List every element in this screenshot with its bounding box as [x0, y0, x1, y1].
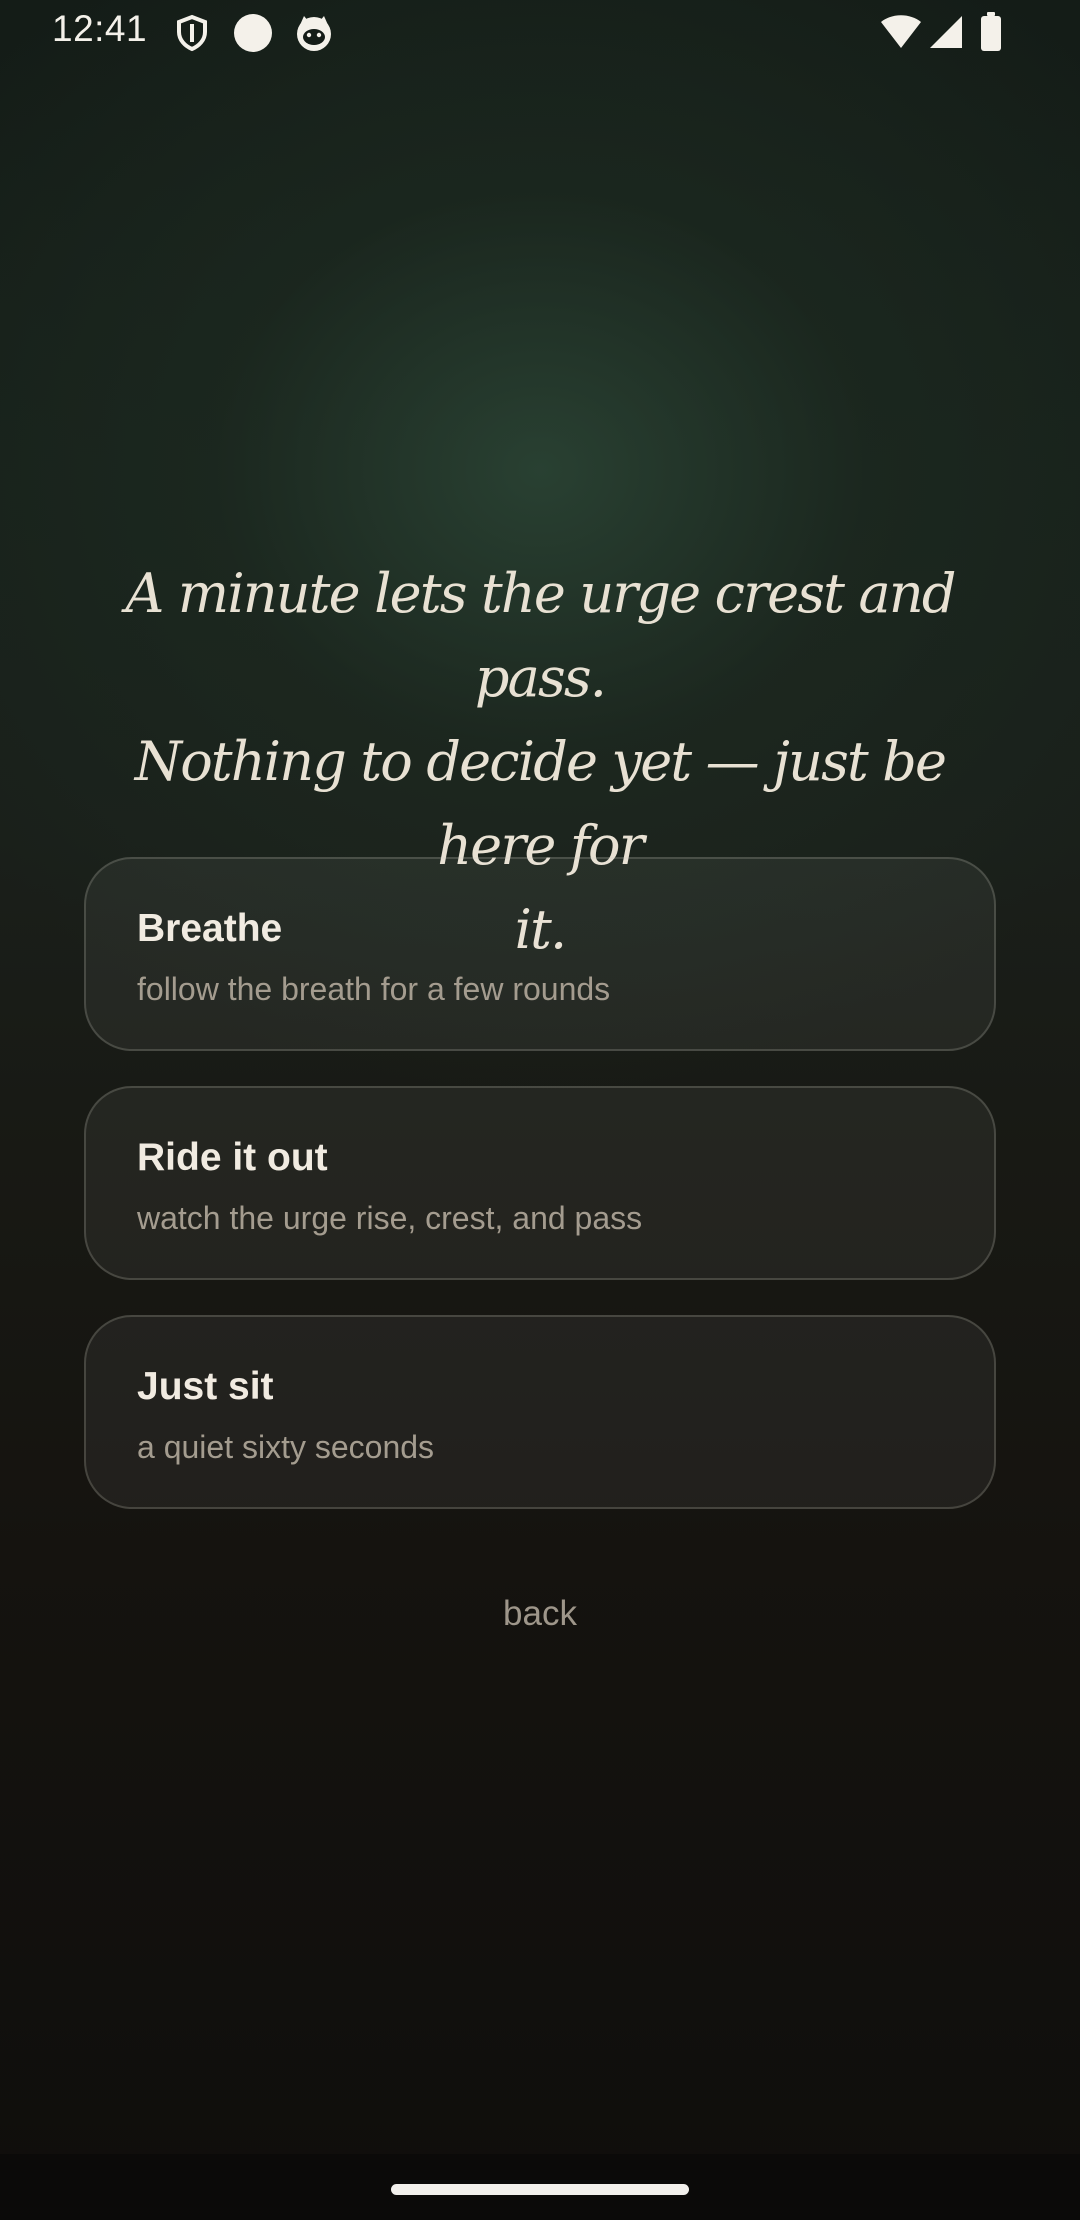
option-breathe[interactable]: Breathe follow the breath for a few roun…: [84, 857, 996, 1051]
circle-icon: [232, 13, 272, 53]
shield-icon: [172, 13, 212, 53]
option-just-sit[interactable]: Just sit a quiet sixty seconds: [84, 1315, 996, 1509]
home-indicator[interactable]: [391, 2184, 689, 2195]
app-screen: 12:41 A minute lets the urge crest and p…: [0, 0, 1080, 2220]
option-subtitle: follow the breath for a few rounds: [137, 971, 611, 1007]
wifi-icon: [880, 14, 922, 54]
option-title: Breathe: [137, 907, 283, 950]
cell-signal-icon: [928, 14, 964, 54]
quote-line-1: A minute lets the urge crest and pass.: [125, 562, 956, 709]
navigation-bar: [0, 2154, 1080, 2220]
option-title: Ride it out: [137, 1136, 328, 1179]
status-time: 12:41: [52, 8, 148, 49]
option-title: Just sit: [137, 1365, 274, 1408]
back-button[interactable]: back: [440, 1594, 640, 1634]
option-ride-it-out[interactable]: Ride it out watch the urge rise, crest, …: [84, 1086, 996, 1280]
battery-icon: [980, 12, 1002, 56]
option-subtitle: watch the urge rise, crest, and pass: [137, 1200, 643, 1236]
cat-face-icon: [294, 13, 334, 53]
option-subtitle: a quiet sixty seconds: [137, 1429, 435, 1465]
status-bar: 12:41: [0, 0, 1080, 66]
